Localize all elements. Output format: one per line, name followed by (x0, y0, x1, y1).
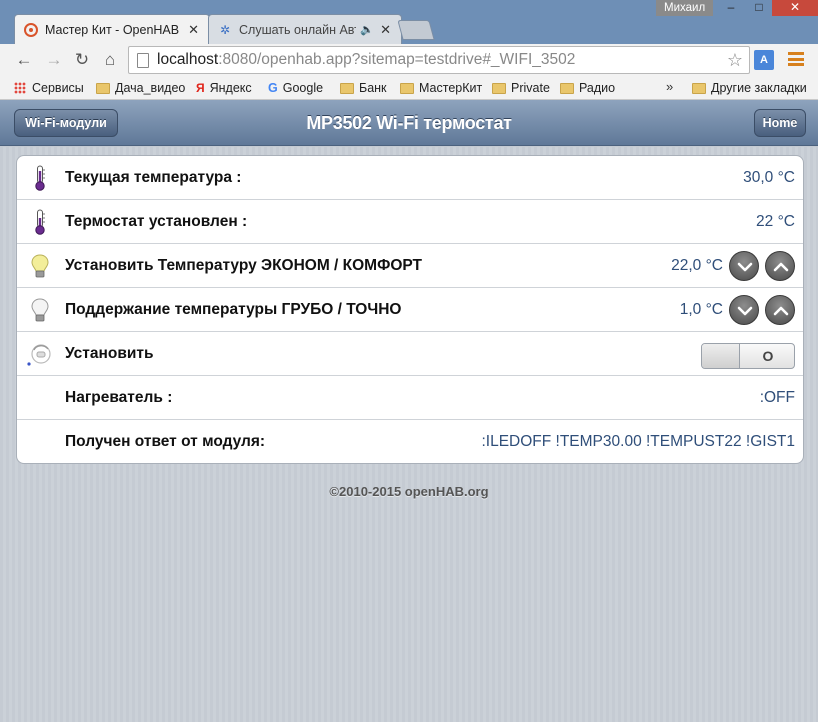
yandex-icon: Я (196, 81, 205, 95)
browser-toolbar: ← → ↻ ⌂ localhost:8080/openhab.app?sitem… (0, 44, 818, 76)
folder-icon (340, 82, 354, 94)
bookmark-label: Google (282, 81, 324, 95)
back-arrow-icon[interactable]: ← (12, 48, 36, 72)
page-header: Wi-Fi-модули MP3502 Wi-Fi термостат Home (0, 100, 818, 146)
row-value: 22,0 °C (671, 256, 723, 274)
home-button[interactable]: Home (754, 109, 806, 137)
tab-title: Слушать онлайн Авто (239, 22, 357, 37)
widget-list: Текущая температура : 30,0 °C Термостат … (16, 155, 804, 464)
bookmark-masterkit[interactable]: МастерКит (400, 79, 482, 97)
list-item-set-switch: Установить O (17, 332, 803, 376)
star-favicon-icon: ✲ (219, 22, 231, 37)
list-item-heater: Нагреватель : :OFF (17, 376, 803, 420)
profile-button[interactable]: Михаил (656, 0, 714, 16)
bookmark-label: Дача_видео (115, 81, 186, 95)
maximize-icon[interactable]: □ (746, 0, 772, 16)
decrease-button[interactable] (729, 295, 759, 325)
on-off-toggle[interactable]: O (701, 343, 795, 369)
translate-icon[interactable]: A (754, 50, 774, 70)
bookmark-label: МастерКит (419, 81, 483, 95)
bookmark-google[interactable]: G Google (268, 79, 323, 97)
row-label: Получен ответ от модуля: (65, 432, 266, 450)
bookmark-radio[interactable]: Радио (560, 79, 615, 97)
row-value: 22 °C (756, 212, 795, 230)
folder-icon (400, 82, 414, 94)
row-label: Термостат установлен : (65, 212, 248, 230)
folder-icon (96, 82, 110, 94)
increase-button[interactable] (765, 295, 795, 325)
url-host: localhost (157, 51, 219, 68)
bookmark-star-icon[interactable]: ☆ (727, 47, 743, 73)
minimize-icon[interactable]: – (718, 0, 744, 16)
row-label: Нагреватель : (65, 388, 173, 406)
browser-titlebar: Мастер Кит - OpenHAB ✕ ✲ Слушать онлайн … (0, 0, 818, 44)
row-value: 1,0 °C (679, 300, 723, 318)
row-value: 30,0 °C (743, 168, 795, 186)
bookmark-private[interactable]: Private (492, 79, 550, 97)
folder-icon (692, 82, 706, 94)
row-label: Установить (65, 344, 154, 362)
window-close-icon[interactable]: ✕ (772, 0, 818, 16)
switch-icon (25, 339, 55, 369)
bookmarks-more-icon[interactable]: » (666, 79, 673, 94)
folder-icon (560, 82, 574, 94)
tab-radio[interactable]: ✲ Слушать онлайн Авто 🔈 ✕ (208, 14, 402, 44)
page-icon (137, 53, 149, 68)
url-rest: :8080/openhab.app?sitemap=testdrive#_WIF… (218, 51, 576, 68)
bookmark-label: Private (511, 81, 550, 95)
list-item-setpoint: Термостат установлен : 22 °C (17, 200, 803, 244)
bookmark-dacha[interactable]: Дача_видео (96, 79, 185, 97)
tab-openhab[interactable]: Мастер Кит - OpenHAB ✕ (14, 14, 210, 44)
decrease-button[interactable] (729, 251, 759, 281)
bookmark-label: Сервисы (32, 81, 84, 95)
back-button[interactable]: Wi-Fi-модули (14, 109, 118, 137)
increase-button[interactable] (765, 251, 795, 281)
home-icon[interactable]: ⌂ (98, 48, 122, 72)
list-item-module-response: Получен ответ от модуля: :ILEDOFF !TEMP3… (17, 420, 803, 463)
bookmark-label: Другие закладки (711, 81, 807, 95)
toggle-knob[interactable] (702, 344, 740, 368)
lightbulb-off-icon (25, 295, 55, 325)
page-footer: ©2010-2015 openHAB.org (329, 484, 489, 499)
bookmarks-bar: Сервисы Дача_видео Я Яндекс G Google Бан… (0, 76, 818, 100)
bookmark-label: Радио (579, 81, 616, 95)
list-item-current-temp: Текущая температура : 30,0 °C (17, 156, 803, 200)
page-content: Текущая температура : 30,0 °C Термостат … (0, 147, 818, 722)
folder-icon (492, 82, 506, 94)
tab-close-icon[interactable]: ✕ (380, 22, 391, 38)
openhab-favicon-icon (23, 22, 39, 38)
tab-title: Мастер Кит - OpenHAB (45, 22, 180, 37)
toggle-state: O (762, 348, 774, 364)
speaker-icon: 🔈 (360, 24, 375, 36)
thermometer-icon (25, 163, 55, 193)
forward-arrow-icon[interactable]: → (42, 48, 66, 72)
menu-icon[interactable] (788, 52, 804, 66)
list-item-precision: Поддержание температуры ГРУБО / ТОЧНО 1,… (17, 288, 803, 332)
bookmark-other[interactable]: Другие закладки (692, 79, 807, 97)
row-value: :OFF (759, 388, 795, 406)
row-value: :ILEDOFF !TEMP30.00 !TEMPUST22 !GIST1 (481, 432, 795, 450)
apps-grid-icon (14, 82, 26, 94)
bookmark-bank[interactable]: Банк (340, 79, 387, 97)
page-title: MP3502 Wi-Fi термостат (306, 113, 512, 133)
reload-icon[interactable]: ↻ (70, 48, 94, 72)
bookmark-label: Банк (359, 81, 387, 95)
google-icon: G (268, 81, 278, 95)
row-label: Установить Температуру ЭКОНОМ / КОМФОРТ (65, 256, 422, 274)
bookmark-services[interactable]: Сервисы (14, 79, 84, 97)
new-tab-button[interactable] (397, 20, 435, 40)
lightbulb-on-icon (25, 251, 55, 281)
address-bar[interactable]: localhost:8080/openhab.app?sitemap=testd… (128, 46, 750, 74)
list-item-eco-comfort: Установить Температуру ЭКОНОМ / КОМФОРТ … (17, 244, 803, 288)
thermometer-icon (25, 207, 55, 237)
row-label: Поддержание температуры ГРУБО / ТОЧНО (65, 300, 402, 318)
bookmark-label: Яндекс (209, 81, 252, 95)
bookmark-yandex[interactable]: Я Яндекс (196, 79, 252, 97)
tab-close-icon[interactable]: ✕ (188, 22, 199, 38)
row-label: Текущая температура : (65, 168, 242, 186)
